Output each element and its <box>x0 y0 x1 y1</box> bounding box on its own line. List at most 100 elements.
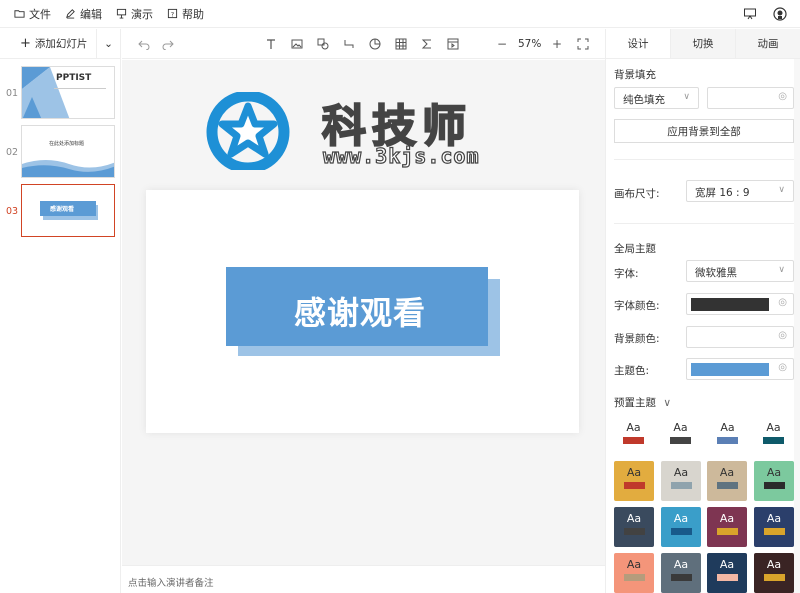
preset-theme-card[interactable]: Aa <box>707 553 747 593</box>
editor-toolbar: − 57% + <box>122 29 605 59</box>
menu-bar: 文件 编辑 演示 ? 帮助 <box>0 0 800 28</box>
chart-icon[interactable] <box>367 36 383 52</box>
preset-aa: Aa <box>626 512 642 525</box>
preset-theme-label[interactable]: 预置主题 ∨ <box>614 395 671 410</box>
preset-aa: Aa <box>626 558 642 571</box>
present-icon <box>116 8 127 19</box>
zoom-level[interactable]: 57% <box>518 38 541 50</box>
plus-icon: + <box>20 36 31 51</box>
slide-thumb-title: 感谢观看 <box>50 206 75 213</box>
menu-edit[interactable]: 编辑 <box>65 6 102 22</box>
slide-thumb-title: PPTIST <box>56 73 92 83</box>
fit-screen-icon[interactable] <box>575 36 591 52</box>
slide-thumbnail[interactable]: 在此处添加标题 <box>21 125 115 178</box>
font-color-label: 字体颜色: <box>614 300 660 312</box>
slide-canvas[interactable]: 感谢观看 <box>146 190 579 433</box>
slide-thumb-row[interactable]: 02 在此处添加标题 <box>0 125 121 181</box>
menu-help[interactable]: ? 帮助 <box>167 6 204 22</box>
slide-number: 03 <box>6 206 19 217</box>
shape-icon[interactable] <box>315 36 331 52</box>
preset-theme-text: 预置主题 <box>614 397 656 409</box>
canvas-size-value: 宽屏 16 : 9 <box>695 187 750 199</box>
image-icon[interactable] <box>289 36 305 52</box>
preset-theme-card[interactable]: Aa <box>754 507 794 547</box>
zoom-in-icon[interactable]: + <box>549 36 565 52</box>
preset-aa: Aa <box>673 421 688 434</box>
apply-bg-all-label: 应用背景到全部 <box>667 125 741 138</box>
bg-fill-color-picker[interactable]: ◎ <box>707 87 794 109</box>
design-panel: 设计 切换 动画 背景填充 纯色填充 ∨ ◎ 应用背景到全部 画布尺寸: 宽屏 … <box>605 29 800 593</box>
preset-aa: Aa <box>673 558 689 571</box>
font-label: 字体: <box>614 268 639 280</box>
bg-fill-select[interactable]: 纯色填充 ∨ <box>614 87 699 109</box>
bg-fill-value: 纯色填充 <box>623 94 665 106</box>
edit-icon <box>66 9 75 19</box>
color-picker-icon: ◎ <box>778 297 787 308</box>
fullscreen-present-icon[interactable] <box>742 6 758 22</box>
preset-aa: Aa <box>626 421 641 434</box>
preset-theme-card[interactable]: Aa <box>661 461 701 501</box>
line-icon[interactable] <box>341 36 357 52</box>
undo-icon[interactable] <box>136 36 152 52</box>
global-theme-label: 全局主题 <box>614 243 656 255</box>
menu-file-label: 文件 <box>29 7 51 21</box>
slide-thumbnail[interactable]: PPTIST <box>21 66 115 119</box>
slide-number: 02 <box>6 147 19 158</box>
tab-transition[interactable]: 切换 <box>670 29 735 58</box>
preset-theme-card[interactable]: Aa <box>661 507 701 547</box>
preset-aa: Aa <box>719 512 735 525</box>
menu-file[interactable]: 文件 <box>14 6 51 22</box>
preset-theme[interactable]: Aa <box>661 417 700 455</box>
chevron-down-icon: ∨ <box>663 397 672 409</box>
slide-thumb-row[interactable]: 03 感谢观看 <box>0 184 121 240</box>
redo-icon[interactable] <box>160 36 176 52</box>
tab-design[interactable]: 设计 <box>606 29 670 58</box>
menu-present[interactable]: 演示 <box>116 6 153 22</box>
preset-theme[interactable]: Aa <box>708 417 747 455</box>
preset-theme-card[interactable]: Aa <box>754 461 794 501</box>
bg-color-picker[interactable]: ◎ <box>686 326 794 348</box>
bg-fill-label: 背景填充 <box>614 69 656 81</box>
slide-thumbnail-active[interactable]: 感谢观看 <box>21 184 115 237</box>
preset-theme-card[interactable]: Aa <box>707 507 747 547</box>
tab-animation[interactable]: 动画 <box>735 29 800 58</box>
panel-scrollbar[interactable] <box>794 59 800 593</box>
github-icon[interactable] <box>772 6 788 22</box>
preset-theme-card[interactable]: Aa <box>707 461 747 501</box>
preset-theme-card[interactable]: Aa <box>614 553 654 593</box>
text-icon[interactable] <box>263 36 279 52</box>
color-picker-icon: ◎ <box>778 362 787 373</box>
theme-color-picker[interactable]: ◎ <box>686 358 794 380</box>
menu-help-label: 帮助 <box>182 7 204 21</box>
preset-theme[interactable]: Aa <box>754 417 793 455</box>
notes-placeholder: 点击输入演讲者备注 <box>128 578 214 589</box>
font-color-picker[interactable]: ◎ <box>686 293 794 315</box>
preset-theme-card[interactable]: Aa <box>614 461 654 501</box>
font-value: 微软雅黑 <box>695 267 737 279</box>
slide-title-text[interactable]: 感谢观看 <box>294 288 426 334</box>
add-slide-button[interactable]: + 添加幻灯片 ⌄ <box>0 29 120 59</box>
preset-theme-card[interactable]: Aa <box>661 553 701 593</box>
speaker-notes[interactable]: 点击输入演讲者备注 <box>122 565 605 593</box>
menu-present-label: 演示 <box>131 7 153 21</box>
zoom-out-icon[interactable]: − <box>494 36 510 52</box>
preset-theme-card[interactable]: Aa <box>614 507 654 547</box>
preset-aa: Aa <box>766 512 782 525</box>
media-icon[interactable] <box>445 36 461 52</box>
chevron-down-icon[interactable]: ⌄ <box>96 29 120 59</box>
formula-icon[interactable] <box>419 36 435 52</box>
color-picker-icon: ◎ <box>778 330 787 341</box>
font-select[interactable]: 微软雅黑 ∨ <box>686 260 794 282</box>
table-icon[interactable] <box>393 36 409 52</box>
canvas-size-select[interactable]: 宽屏 16 : 9 ∨ <box>686 180 794 202</box>
apply-bg-all-button[interactable]: 应用背景到全部 <box>614 119 794 143</box>
chevron-down-icon: ∨ <box>683 92 690 102</box>
chevron-down-icon: ∨ <box>778 265 785 275</box>
watermark-logo: 科技师 www.3kjs.com <box>200 92 520 170</box>
bg-color-label: 背景颜色: <box>614 333 660 345</box>
preset-aa: Aa <box>720 421 735 434</box>
slide-thumb-row[interactable]: 01 PPTIST <box>0 66 121 122</box>
preset-theme[interactable]: Aa <box>614 417 653 455</box>
preset-theme-card[interactable]: Aa <box>754 553 794 593</box>
folder-icon <box>14 10 25 18</box>
